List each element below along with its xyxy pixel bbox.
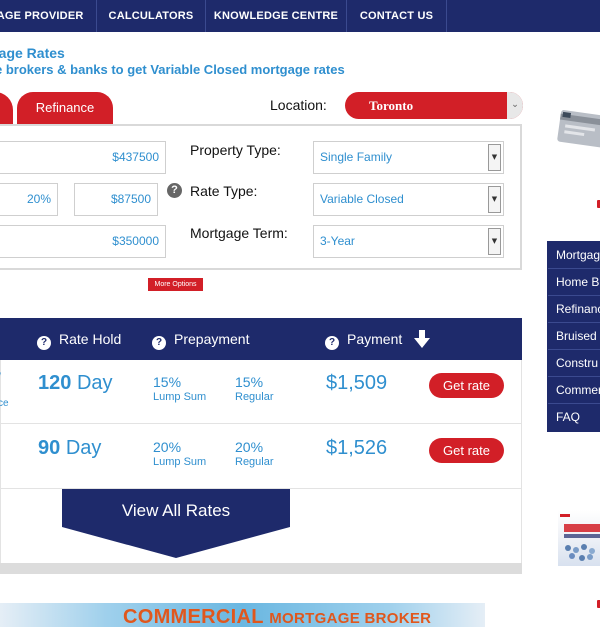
property-type-select[interactable]: Single Family ▼	[313, 141, 504, 174]
location-value: Toronto	[369, 98, 414, 113]
location-label: Location:	[270, 97, 327, 113]
sidebar-item-home-buyers[interactable]: Home Bu	[548, 269, 600, 296]
scene-card-ad-image[interactable]	[558, 510, 600, 566]
promo-graphic	[560, 514, 600, 561]
search-form-panel: $437500 20% $87500 $350000 Property Type…	[0, 124, 522, 270]
page-title: rtgage Rates	[0, 45, 65, 61]
sidebar-item-bruised-credit[interactable]: Bruised	[548, 323, 600, 350]
table-row: 90 Day 20% Lump Sum 20% Regular $1,526 Get…	[1, 425, 521, 489]
mortgage-amount-input[interactable]: $350000	[0, 225, 166, 258]
payment-header-label: Payment	[347, 331, 403, 347]
payment-header[interactable]: ? Payment	[325, 318, 402, 360]
down-payment-percent-input[interactable]: 20%	[0, 183, 58, 216]
tab-purchase[interactable]	[0, 92, 13, 124]
nav-mortgage-provider[interactable]: GAGE PROVIDER	[0, 0, 97, 32]
sidebar-item-faq[interactable]: FAQ	[548, 404, 600, 431]
payment-value: $1,526	[326, 437, 388, 459]
page-subtitle: e brokers & banks to get Variable Closed…	[0, 62, 345, 77]
truncated-text: ce	[0, 398, 9, 409]
view-all-rates-button[interactable]	[62, 489, 290, 558]
rate-type-select[interactable]: Variable Closed ▼	[313, 183, 504, 216]
rate-hold-value: 120 Day	[38, 372, 113, 394]
location-select[interactable]: Toronto ⌄	[345, 92, 523, 119]
sidebar-item-commercial[interactable]: Commer	[548, 377, 600, 404]
prepayment-header-label: Prepayment	[174, 331, 250, 347]
mortgage-term-value: 3-Year	[320, 234, 355, 248]
get-rate-button[interactable]: Get rate	[429, 373, 504, 398]
get-rate-button[interactable]: Get rate	[429, 438, 504, 463]
select-arrow-icon: ▼	[488, 228, 501, 255]
banner-text: COMMERCIAL MORTGAGE BROKER	[123, 606, 432, 627]
select-arrow-icon: ▼	[488, 144, 501, 171]
rate-hold-value: 90 Day	[38, 437, 102, 459]
purchase-price-input[interactable]: $437500	[0, 141, 166, 174]
nav-knowledge-centre[interactable]: KNOWLEDGE CENTRE	[206, 0, 347, 32]
sidebar-menu: Mortgag Home Bu Refinanc Bruised Constru…	[547, 241, 600, 432]
more-options-button[interactable]: More Options	[148, 278, 203, 291]
rates-table-header: ? Rate Hold ? Prepayment ? Payment	[0, 318, 522, 360]
sidebar-item-refinance[interactable]: Refinanc	[548, 296, 600, 323]
help-icon: ?	[152, 336, 166, 350]
sort-down-arrow-icon[interactable]	[414, 330, 430, 348]
rate-hold-header[interactable]: ? Rate Hold	[37, 318, 121, 360]
nav-calculators[interactable]: CALCULATORS	[97, 0, 206, 32]
truncated-text: /	[0, 372, 1, 383]
down-payment-amount-input[interactable]: $87500	[74, 183, 158, 216]
rate-hold-header-label: Rate Hold	[59, 331, 122, 347]
tab-refinance[interactable]: Refinance	[17, 92, 113, 124]
mortgage-term-select[interactable]: 3-Year ▼	[313, 225, 504, 258]
chevron-down-icon: ⌄	[507, 92, 523, 119]
lump-sum-prepayment: 20% Lump Sum	[153, 439, 207, 468]
regular-prepayment: 15% Regular	[235, 374, 274, 403]
nav-contact-us[interactable]: CONTACT US	[347, 0, 447, 32]
help-icon: ?	[37, 336, 51, 350]
rate-type-label: Rate Type:	[190, 183, 258, 199]
regular-prepayment: 20% Regular	[235, 439, 274, 468]
table-row: / ce 120 Day 15%Lump Sum 15%Regular $1,5…	[0, 360, 521, 424]
credit-card-ad-image[interactable]	[557, 108, 600, 166]
section-divider	[0, 563, 522, 574]
sidebar-item-construction[interactable]: Constru	[548, 350, 600, 377]
property-type-label: Property Type:	[190, 142, 281, 158]
view-all-rates-label: View All Rates	[121, 501, 231, 520]
payment-value: $1,509	[326, 372, 388, 394]
property-type-value: Single Family	[320, 150, 393, 164]
lump-sum-prepayment: 15% Lump Sum	[153, 374, 207, 403]
mortgage-term-label: Mortgage Term:	[190, 225, 288, 241]
top-nav: GAGE PROVIDER CALCULATORS KNOWLEDGE CENT…	[0, 0, 600, 32]
help-icon[interactable]: ?	[167, 183, 182, 198]
rate-type-value: Variable Closed	[320, 192, 404, 206]
prepayment-header[interactable]: ? Prepayment	[152, 318, 249, 360]
help-icon: ?	[325, 336, 339, 350]
sidebar-item-mortgage[interactable]: Mortgag	[548, 242, 600, 269]
commercial-mortgage-banner[interactable]: COMMERCIAL MORTGAGE BROKER	[0, 603, 485, 627]
select-arrow-icon: ▼	[488, 186, 501, 213]
